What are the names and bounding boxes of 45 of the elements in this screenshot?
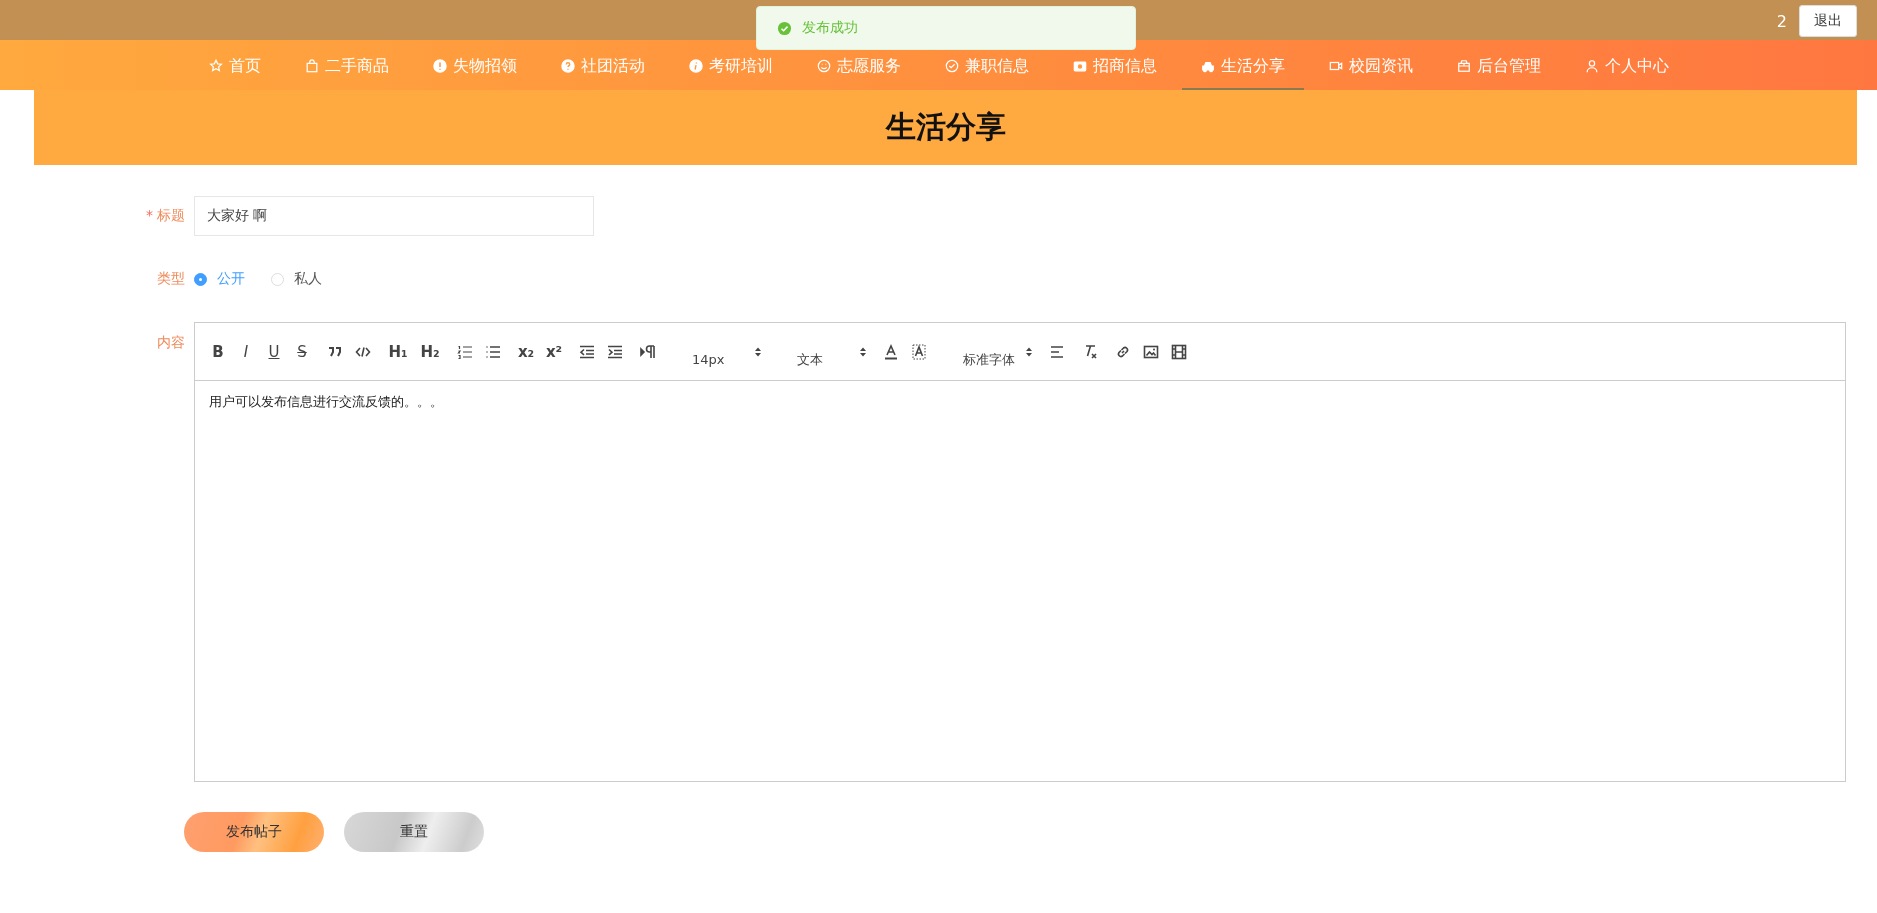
up-down-icon: [754, 345, 762, 358]
radio-button[interactable]: [194, 272, 207, 286]
color-icon[interactable]: [882, 342, 900, 361]
video-icon[interactable]: [1170, 342, 1188, 361]
picker-dropdown[interactable]: 文本: [777, 334, 867, 369]
question-icon: [560, 59, 575, 73]
up-down-icon: [859, 345, 867, 358]
star-icon: [208, 59, 223, 73]
content-label: 内容: [157, 334, 185, 350]
info-icon: [688, 59, 703, 73]
format-button[interactable]: x₂: [517, 342, 535, 361]
toast-message: 发布成功: [802, 19, 858, 37]
title-label: 标题: [157, 207, 185, 223]
reset-button[interactable]: 重置: [344, 812, 484, 852]
box-icon: [1456, 59, 1471, 73]
user-name: 2: [1776, 11, 1787, 31]
picker-dropdown[interactable]: 14px: [672, 336, 762, 367]
submit-button[interactable]: 发布帖子: [184, 812, 324, 852]
car-icon: [1200, 59, 1215, 73]
format-button[interactable]: H₁: [387, 342, 409, 361]
format-button[interactable]: x²: [545, 342, 563, 361]
page-title: 生活分享: [885, 108, 1006, 146]
user-icon: [1584, 59, 1599, 73]
bag-icon: [304, 59, 319, 73]
editor-content[interactable]: 用户可以发布信息进行交流反馈的。。。: [209, 393, 1831, 411]
format-button[interactable]: S: [293, 342, 311, 361]
logout-button[interactable]: 退出: [1799, 5, 1857, 37]
picker-dropdown[interactable]: 标准字体: [943, 334, 1033, 369]
direction-icon[interactable]: [639, 342, 657, 361]
background-icon[interactable]: [910, 342, 928, 361]
check-icon: [944, 59, 959, 73]
format-button[interactable]: B: [209, 342, 227, 361]
title-input[interactable]: 大家好 啊: [194, 196, 594, 236]
radio-option[interactable]: 私人: [271, 270, 322, 288]
format-button[interactable]: I: [237, 342, 255, 361]
required-mark: *: [146, 207, 153, 223]
format-button[interactable]: H₂: [419, 342, 441, 361]
type-label: 类型: [157, 270, 185, 286]
alert-icon: [432, 59, 447, 73]
camera-icon: [1072, 59, 1087, 73]
up-down-icon: [1025, 345, 1033, 358]
format-button[interactable]: U: [265, 342, 283, 361]
video-icon: [1328, 59, 1343, 73]
smile-icon: [816, 59, 831, 73]
check-icon: [777, 20, 792, 36]
